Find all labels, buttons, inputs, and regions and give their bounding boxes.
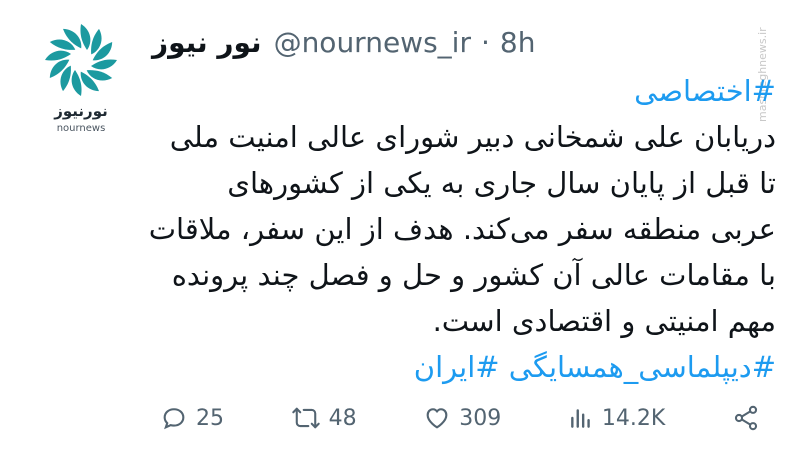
tweet-line-2: تا قبل از پایان سال جاری به یکی از کشوره… [227,166,776,200]
user-handle[interactable]: @nournews_ir [274,26,471,59]
retweet-icon [291,407,320,429]
retweet-count: 48 [328,405,357,431]
action-bar: 25 48 309 14.2K [160,396,760,440]
tweet-line-3: عربی منطقه سفر می‌کند. هدف از این سفر، م… [148,212,776,246]
like-button[interactable]: 309 [423,404,501,432]
reply-icon [163,408,185,430]
tweet-text: #اختصاصی دریابان علی شمخانی دبیر شورای ع… [136,68,776,390]
hashtags-bottom[interactable]: #دیپلماسی_همسایگی #ایران [136,344,776,390]
nournews-logo-icon [45,24,117,96]
views-icon [571,409,590,428]
tweet-line-1: دریابان علی شمخانی دبیر شورای عالی امنیت… [169,120,776,154]
reply-button[interactable]: 25 [160,404,224,432]
avatar[interactable]: نورنیوز nournews [36,20,126,140]
share-icon [734,405,758,431]
hashtag-exclusive[interactable]: #اختصاصی [136,68,776,114]
like-icon [426,408,448,429]
views-count: 14.2K [601,405,666,431]
separator-dot: · [480,25,490,59]
tweet-time[interactable]: 8h [500,26,536,59]
share-button[interactable] [732,404,760,432]
display-name[interactable]: نور نیوز [152,26,262,59]
logo-text-en: nournews [56,123,106,134]
tweet-line-5: مهم امنیتی و اقتصادی است. [432,304,776,338]
views-button[interactable]: 14.2K [568,404,665,432]
tweet-line-4: با مقامات عالی آن کشور و حل و فصل چند پر… [171,258,776,292]
logo-text-fa: نورنیوز [54,102,108,120]
tweet-header: نور نیوز @nournews_ir · 8h [152,22,535,62]
reply-count: 25 [196,405,224,431]
like-count: 309 [459,405,502,431]
retweet-button[interactable]: 48 [291,404,357,432]
